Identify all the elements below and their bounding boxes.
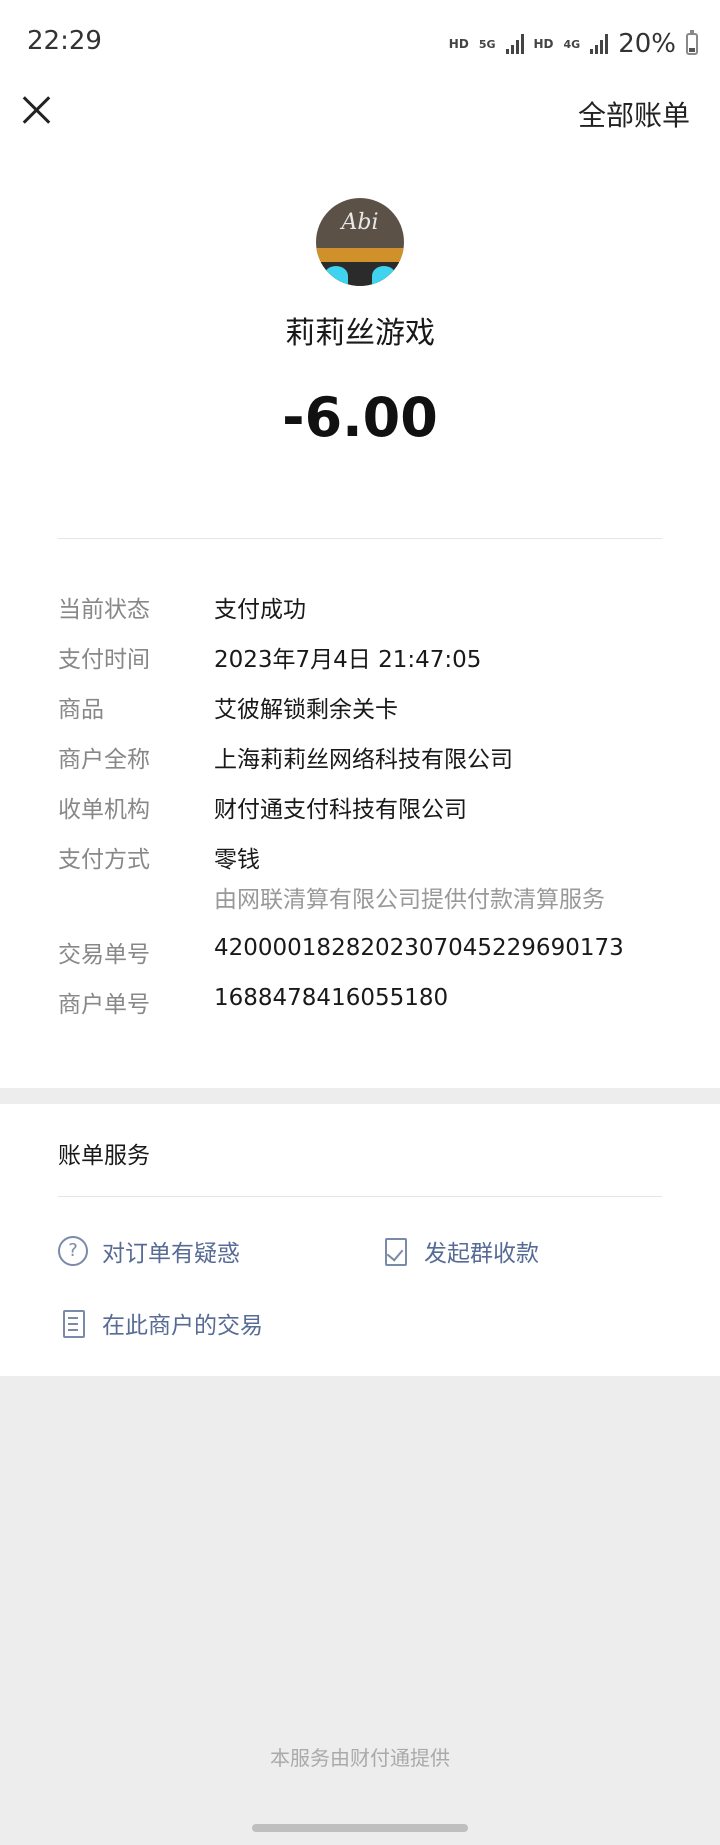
- provider-footer: 本服务由财付通提供: [270, 1746, 450, 1770]
- divider: [58, 1196, 662, 1197]
- merchant-name: 莉莉丝游戏: [285, 316, 435, 351]
- group-collect-button[interactable]: 发起群收款: [380, 1234, 539, 1268]
- avatar-logo-text: Abi: [341, 210, 379, 235]
- detail-value: 艾彼解锁剩余关卡: [214, 697, 398, 723]
- merchant-avatar: Abi: [316, 198, 404, 286]
- service-label: 对订单有疑惑: [102, 1241, 240, 1267]
- battery-percent: 20%: [618, 29, 676, 59]
- detail-label: 商品: [58, 697, 104, 723]
- detail-value: 财付通支付科技有限公司: [214, 797, 467, 823]
- signal-icon: [505, 34, 524, 54]
- hd-indicator-2: HD: [533, 37, 554, 51]
- detail-label: 交易单号: [58, 942, 150, 968]
- status-indicators: HD 5G HD 4G 20%: [449, 26, 698, 62]
- detail-value: 2023年7月4日 21:47:05: [214, 647, 482, 673]
- group-collect-icon: [380, 1236, 410, 1266]
- hd-indicator: HD: [448, 37, 469, 51]
- network-4g-label: 4G: [563, 37, 581, 51]
- service-label: 发起群收款: [424, 1241, 539, 1267]
- detail-value: 1688478416055180: [214, 985, 449, 1011]
- service-label: 在此商户的交易: [102, 1313, 263, 1339]
- detail-subnote: 由网联清算有限公司提供付款清算服务: [214, 887, 605, 913]
- signal-icon-2: [590, 34, 609, 54]
- order-question-button[interactable]: ? 对订单有疑惑: [58, 1234, 240, 1268]
- bill-services-title: 账单服务: [58, 1143, 150, 1169]
- section-separator: [0, 1088, 720, 1104]
- detail-label: 当前状态: [58, 597, 150, 623]
- detail-label: 收单机构: [58, 797, 150, 823]
- detail-value: 支付成功: [214, 597, 306, 623]
- detail-label: 商户全称: [58, 747, 150, 773]
- detail-panel: [0, 0, 720, 1088]
- payment-amount: -6.00: [282, 386, 438, 449]
- network-5g-label: 5G: [478, 37, 496, 51]
- status-time: 22:29: [27, 26, 102, 56]
- close-icon[interactable]: [18, 92, 54, 128]
- detail-label: 支付方式: [58, 847, 150, 873]
- divider: [58, 538, 662, 539]
- detail-value: 上海莉莉丝网络科技有限公司: [214, 747, 513, 773]
- detail-value: 零钱: [214, 847, 260, 873]
- document-icon: [58, 1308, 88, 1338]
- merchant-transactions-button[interactable]: 在此商户的交易: [58, 1306, 263, 1340]
- detail-label: 商户单号: [58, 992, 150, 1018]
- detail-label: 支付时间: [58, 647, 150, 673]
- all-bills-link[interactable]: 全部账单: [578, 94, 690, 134]
- question-icon: ?: [58, 1236, 88, 1266]
- battery-icon: [686, 30, 698, 55]
- detail-value: 4200001828202307045229690173: [214, 935, 624, 961]
- home-indicator[interactable]: [252, 1824, 468, 1832]
